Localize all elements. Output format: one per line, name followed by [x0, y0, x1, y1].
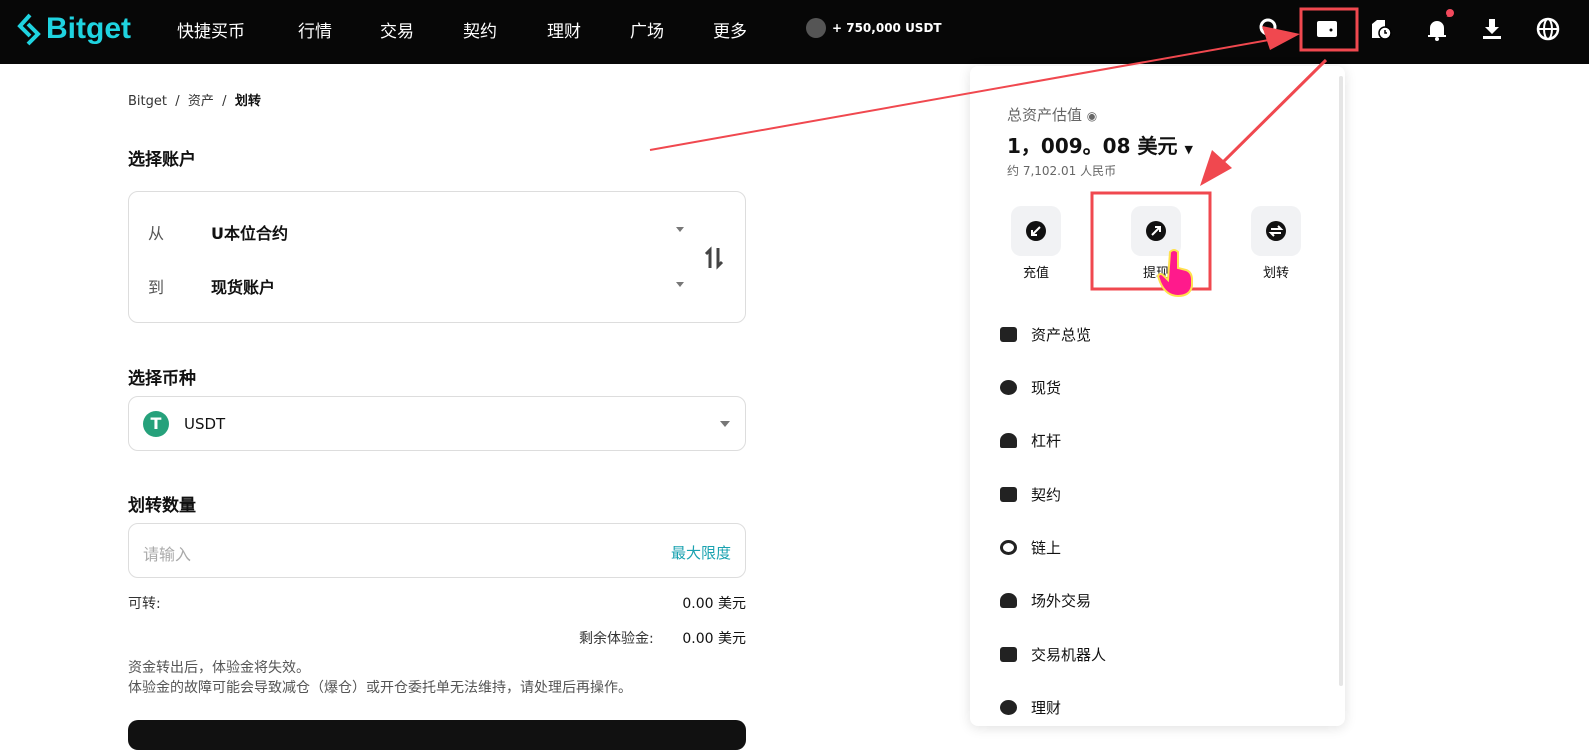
- total-assets-value[interactable]: 1，009。08 美元 ▼: [1007, 130, 1193, 159]
- document-icon: [1000, 487, 1017, 502]
- breadcrumb: Bitget / 资产 / 划转: [128, 94, 261, 109]
- total-assets-title: 总资产估值: [1007, 106, 1083, 124]
- account-selector: 从 U本位合约 到 现货账户: [128, 191, 746, 323]
- bell-icon[interactable]: [1424, 16, 1450, 42]
- menu-label: 场外交易: [1031, 592, 1092, 610]
- note-1: 资金转出后，体验金将失效。: [128, 660, 310, 676]
- bitget-logo-icon: [17, 13, 41, 46]
- note-2: 体验金的故障可能会导致减仓（爆仓）或开仓委托单无法维持，请处理后再操作。: [128, 680, 632, 696]
- eye-icon[interactable]: ◉: [1087, 109, 1097, 123]
- menu-label: 资产总览: [1031, 326, 1092, 344]
- from-label: 从: [148, 224, 165, 243]
- transfer-icon: [1266, 221, 1286, 241]
- max-button[interactable]: 最大限度: [671, 542, 731, 563]
- menu-label: 契约: [1031, 486, 1062, 504]
- user-chart-icon: [1000, 433, 1017, 448]
- amount-placeholder: 请输入: [143, 545, 192, 564]
- top-nav: Bitget 快捷买币 行情 交易 契约 理财 广场 更多 + 750,000 …: [0, 0, 1589, 64]
- deposit-icon: [1026, 221, 1046, 241]
- wallet-icon[interactable]: [1314, 16, 1340, 42]
- available-label: 可转:: [128, 596, 161, 612]
- select-coin-title: 选择币种: [128, 369, 196, 389]
- trial-label: 剩余体验金:: [579, 631, 654, 647]
- assets-dropdown-panel: 总资产估值 ◉ 1，009。08 美元 ▼ 约 7,102.01 人民币 充值 …: [970, 66, 1345, 726]
- logo-text: Bitget: [46, 12, 131, 45]
- coins-icon: [1000, 380, 1017, 395]
- transfer-label[interactable]: 划转: [1236, 262, 1316, 281]
- menu-margin[interactable]: 杠杆: [1000, 430, 1061, 451]
- deposit-button[interactable]: [1011, 206, 1061, 256]
- coin-caret-icon: [720, 421, 730, 427]
- withdraw-label[interactable]: 提现: [1116, 262, 1196, 281]
- menu-asset-overview[interactable]: 资产总览: [1000, 324, 1091, 345]
- withdraw-button[interactable]: [1131, 206, 1181, 256]
- available-value: 0.00 美元: [682, 596, 746, 612]
- to-label: 到: [148, 278, 165, 297]
- nav-more[interactable]: 更多: [713, 17, 747, 42]
- nav-contract[interactable]: 契约: [463, 17, 497, 42]
- currency-caret-icon[interactable]: ▼: [1184, 143, 1192, 156]
- confirm-button[interactable]: [128, 720, 746, 750]
- panel-scrollbar[interactable]: [1339, 76, 1343, 686]
- menu-bots[interactable]: 交易机器人: [1000, 644, 1106, 665]
- menu-label: 杠杆: [1031, 432, 1062, 450]
- notification-dot: [1446, 9, 1454, 17]
- menu-label: 现货: [1031, 379, 1062, 397]
- promo-text: + 750,000 USDT: [832, 21, 942, 35]
- nav-square[interactable]: 广场: [630, 17, 664, 42]
- menu-onchain[interactable]: 链上: [1000, 537, 1061, 558]
- swap-accounts-icon[interactable]: [703, 246, 725, 270]
- to-caret-icon[interactable]: [676, 282, 684, 287]
- logo[interactable]: Bitget: [16, 12, 131, 46]
- transfer-amount-title: 划转数量: [128, 496, 196, 516]
- link-icon: [1000, 540, 1017, 555]
- menu-earn[interactable]: 理财: [1000, 697, 1061, 718]
- breadcrumb-home[interactable]: Bitget: [128, 94, 167, 109]
- usdt-icon: T: [143, 411, 169, 437]
- menu-label: 交易机器人: [1031, 646, 1107, 664]
- promo-icon: [806, 18, 826, 38]
- nav-trade[interactable]: 交易: [380, 17, 414, 42]
- coin-value: USDT: [184, 415, 226, 433]
- order-history-icon[interactable]: [1368, 16, 1394, 42]
- select-account-title: 选择账户: [128, 150, 196, 170]
- piggy-bank-icon: [1000, 700, 1017, 715]
- from-account-select[interactable]: U本位合约: [211, 220, 288, 244]
- total-assets-label: 总资产估值 ◉: [1007, 104, 1097, 125]
- amount-field[interactable]: 请输入 最大限度: [128, 523, 746, 578]
- to-account-select[interactable]: 现货账户: [211, 274, 275, 298]
- menu-label: 链上: [1031, 539, 1062, 557]
- menu-contract[interactable]: 契约: [1000, 484, 1061, 505]
- nav-quick-buy[interactable]: 快捷买币: [177, 17, 245, 42]
- menu-p2p[interactable]: 场外交易: [1000, 590, 1091, 611]
- globe-icon[interactable]: [1535, 16, 1561, 42]
- deposit-label[interactable]: 充值: [996, 262, 1076, 281]
- withdraw-icon: [1146, 221, 1166, 241]
- users-icon: [1000, 593, 1017, 608]
- nav-markets[interactable]: 行情: [298, 17, 332, 42]
- robot-icon: [1000, 647, 1017, 662]
- from-caret-icon[interactable]: [676, 227, 684, 232]
- total-value-text: 1，009。08 美元: [1007, 134, 1178, 158]
- breadcrumb-assets[interactable]: 资产: [188, 94, 214, 109]
- menu-spot[interactable]: 现货: [1000, 377, 1061, 398]
- cny-value: 约 7,102.01 人民币: [1007, 164, 1117, 178]
- nav-earn[interactable]: 理财: [547, 17, 581, 42]
- menu-label: 理财: [1031, 699, 1062, 717]
- transfer-button[interactable]: [1251, 206, 1301, 256]
- download-icon[interactable]: [1479, 16, 1505, 42]
- annotation-overlay: [649, 7, 1359, 298]
- coin-select[interactable]: T USDT: [128, 396, 746, 451]
- search-icon[interactable]: [1257, 16, 1283, 42]
- wallet-icon: [1000, 327, 1017, 342]
- trial-value: 0.00 美元: [682, 631, 746, 647]
- promo-banner[interactable]: + 750,000 USDT: [806, 18, 942, 38]
- breadcrumb-current: 划转: [234, 94, 261, 109]
